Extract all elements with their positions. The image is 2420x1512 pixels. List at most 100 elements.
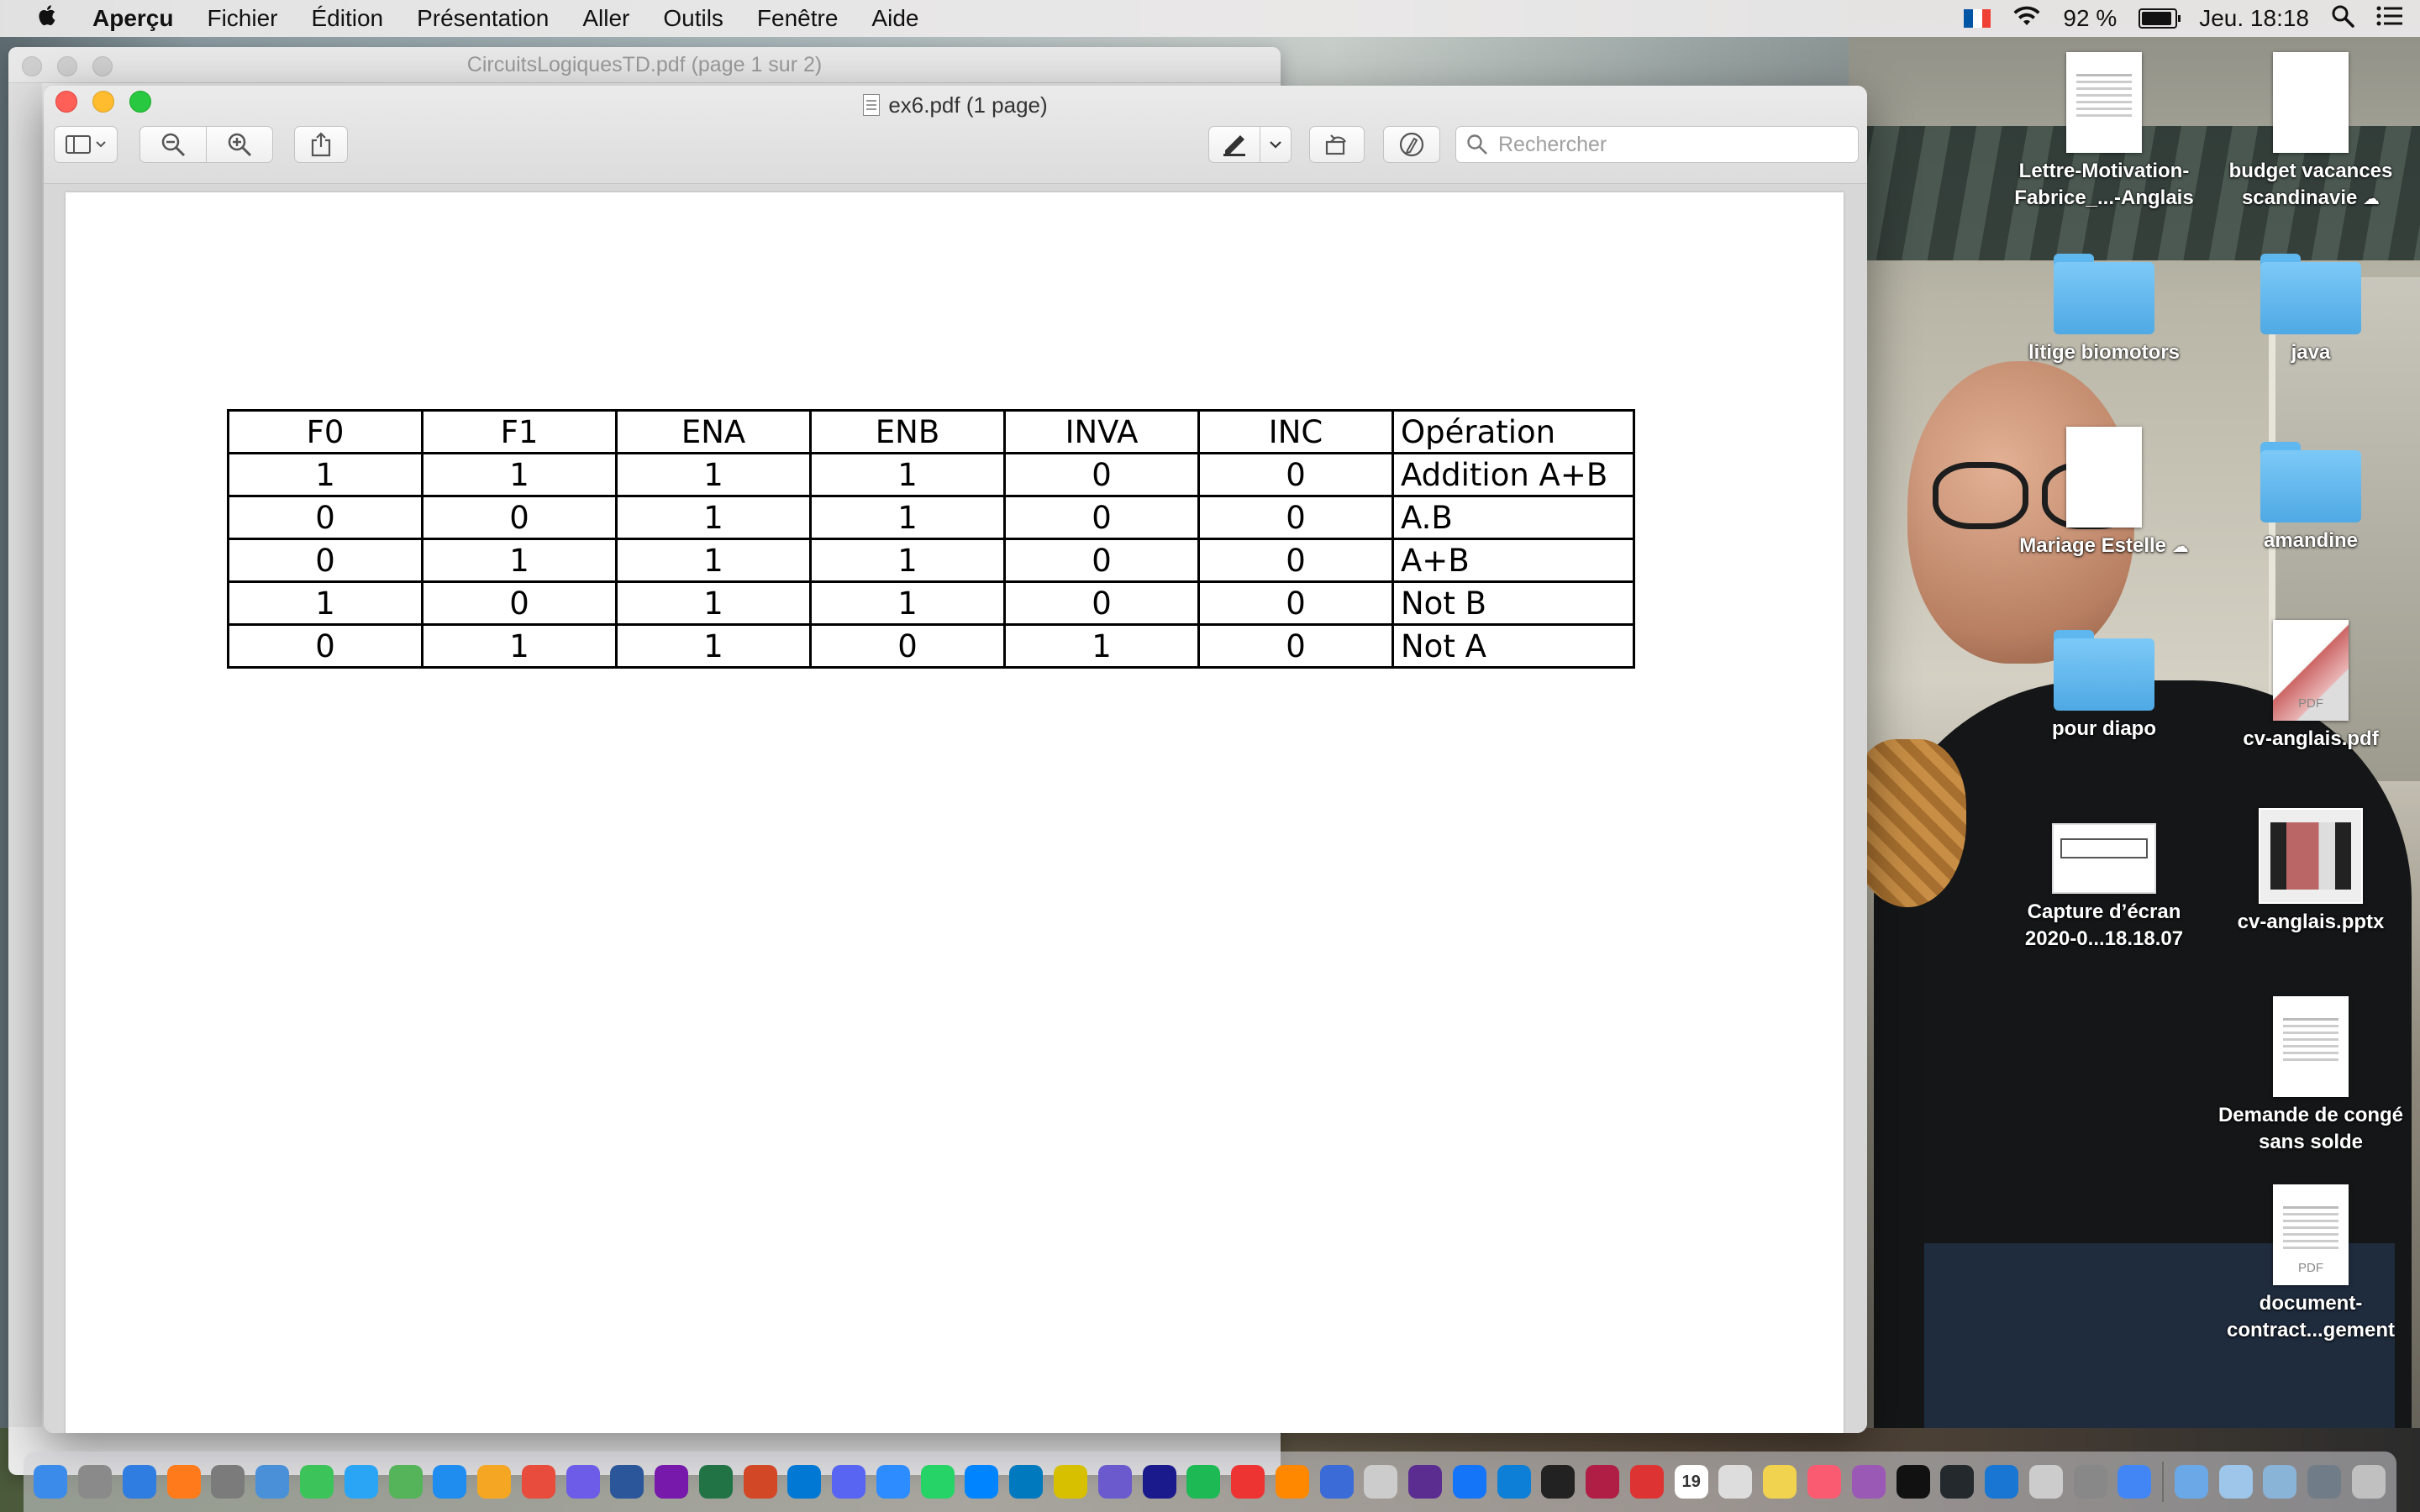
- window-title-bar[interactable]: ex6.pdf (1 page): [44, 89, 1867, 121]
- desktop-icon[interactable]: pour diapo: [2003, 630, 2205, 743]
- dock-app-icon[interactable]: [344, 1465, 378, 1499]
- dock-app-icon[interactable]: [1541, 1465, 1576, 1499]
- desktop-icon[interactable]: budget vacances scandinavie ☁: [2210, 52, 2412, 213]
- dock-app-icon[interactable]: [1053, 1465, 1087, 1499]
- dock-app-icon[interactable]: [1319, 1465, 1354, 1499]
- dock-app-icon[interactable]: [876, 1465, 910, 1499]
- dock-app-icon[interactable]: [655, 1465, 689, 1499]
- dock-app-icon[interactable]: [743, 1465, 777, 1499]
- dock-app-icon[interactable]: [1142, 1465, 1176, 1499]
- desktop-icon[interactable]: PDF document-contract...gement: [2210, 1184, 2412, 1344]
- dock-app-icon[interactable]: [122, 1465, 156, 1499]
- notification-center-icon[interactable]: [2376, 5, 2403, 33]
- dock-app-icon[interactable]: [920, 1465, 955, 1499]
- desktop-icon[interactable]: Demande de congé sans solde: [2210, 996, 2412, 1156]
- dock-app-icon[interactable]: [2073, 1465, 2107, 1499]
- dock-app-icon[interactable]: [610, 1465, 644, 1499]
- dock-app-icon[interactable]: [1364, 1465, 1398, 1499]
- apple-menu-icon[interactable]: [0, 3, 92, 34]
- dock-app-icon[interactable]: 19: [1674, 1465, 1708, 1499]
- background-window-titlebar[interactable]: CircuitsLogiquesTD.pdf (page 1 sur 2): [8, 47, 1281, 83]
- desktop-icon[interactable]: amandine: [2210, 442, 2412, 554]
- dock-app-icon[interactable]: [1497, 1465, 1531, 1499]
- document-proxy-icon[interactable]: [863, 94, 881, 116]
- table-cell: 1: [615, 538, 812, 583]
- zoom-out-button[interactable]: [139, 126, 207, 163]
- dock-app-icon[interactable]: [78, 1465, 113, 1499]
- search-field[interactable]: [1455, 126, 1859, 163]
- desktop-icon[interactable]: Mariage Estelle ☁: [2003, 427, 2205, 560]
- dock-app-icon[interactable]: [832, 1465, 866, 1499]
- battery-icon[interactable]: [2139, 8, 2181, 29]
- dock-app-icon[interactable]: [211, 1465, 245, 1499]
- menu-app-name[interactable]: Aperçu: [92, 5, 190, 32]
- dock-app-icon[interactable]: [698, 1465, 733, 1499]
- dock-app-icon[interactable]: [477, 1465, 512, 1499]
- dock-app-icon[interactable]: [255, 1465, 290, 1499]
- dock-app-icon[interactable]: [1718, 1465, 1753, 1499]
- menu-aller[interactable]: Aller: [566, 5, 646, 32]
- markup-menu-button[interactable]: [1260, 126, 1292, 163]
- input-source-flag-icon[interactable]: [1964, 9, 1991, 28]
- document-view[interactable]: F0 F1 ENA ENB INVA INC Opération 1 1 1 1: [44, 184, 1867, 1433]
- dock-app-icon[interactable]: [2174, 1465, 2208, 1499]
- desktop-icon[interactable]: cv-anglais.pptx: [2210, 808, 2412, 936]
- dock-app-icon[interactable]: [1275, 1465, 1309, 1499]
- menu-outils[interactable]: Outils: [646, 5, 740, 32]
- dock-app-icon[interactable]: [1763, 1465, 1797, 1499]
- dock-app-icon[interactable]: [2118, 1465, 2152, 1499]
- clock[interactable]: Jeu. 18:18: [2199, 5, 2309, 32]
- zoom-in-button[interactable]: [206, 126, 273, 163]
- close-icon[interactable]: [22, 56, 42, 76]
- sidebar-toggle-button[interactable]: [54, 126, 118, 163]
- spotlight-search-icon[interactable]: [2331, 4, 2354, 34]
- dock-app-icon[interactable]: [1231, 1465, 1265, 1499]
- wifi-icon[interactable]: [2012, 5, 2041, 33]
- share-button[interactable]: [294, 126, 348, 163]
- menu-fichier[interactable]: Fichier: [190, 5, 294, 32]
- markup-toolbar-button[interactable]: [1383, 126, 1440, 163]
- menu-edition[interactable]: Édition: [294, 5, 400, 32]
- menu-aide[interactable]: Aide: [855, 5, 935, 32]
- dock-app-icon[interactable]: [1985, 1465, 2019, 1499]
- dock-app-icon[interactable]: [1940, 1465, 1975, 1499]
- dock-app-icon[interactable]: [521, 1465, 555, 1499]
- dock-app-icon[interactable]: [1586, 1465, 1620, 1499]
- dock-app-icon[interactable]: [1097, 1465, 1132, 1499]
- dock-app-icon[interactable]: [2263, 1465, 2297, 1499]
- dock-app-icon[interactable]: [2351, 1465, 2386, 1499]
- dock-app-icon[interactable]: [388, 1465, 423, 1499]
- preview-window[interactable]: ex6.pdf (1 page) Rechercher F0 F1 ENA EN…: [44, 86, 1867, 1433]
- desktop-icon[interactable]: PDF cv-anglais.pdf: [2210, 620, 2412, 753]
- dock-app-icon[interactable]: [1896, 1465, 1930, 1499]
- minimize-icon[interactable]: [57, 56, 77, 76]
- dock-app-icon[interactable]: [1186, 1465, 1221, 1499]
- dock-app-icon[interactable]: [1807, 1465, 1841, 1499]
- dock-app-icon[interactable]: [2218, 1465, 2253, 1499]
- dock-app-icon[interactable]: [1009, 1465, 1044, 1499]
- dock-app-icon[interactable]: [299, 1465, 334, 1499]
- desktop-icon[interactable]: Lettre-Motivation-Fabrice_...-Anglais: [2003, 52, 2205, 212]
- dock-app-icon[interactable]: [1452, 1465, 1486, 1499]
- dock-app-icon[interactable]: [566, 1465, 600, 1499]
- desktop-icon[interactable]: Capture d’écran 2020-0...18.18.07: [2003, 823, 2205, 953]
- dock-app-icon[interactable]: [2307, 1465, 2342, 1499]
- menu-presentation[interactable]: Présentation: [400, 5, 566, 32]
- rotate-button[interactable]: [1309, 126, 1365, 163]
- desktop-icon[interactable]: java: [2210, 254, 2412, 366]
- zoom-icon[interactable]: [92, 56, 113, 76]
- menu-fenetre[interactable]: Fenêtre: [740, 5, 855, 32]
- desktop-icon[interactable]: litige biomotors: [2003, 254, 2205, 366]
- pdf-page[interactable]: F0 F1 ENA ENB INVA INC Opération 1 1 1 1: [66, 192, 1844, 1433]
- dock-app-icon[interactable]: [34, 1465, 68, 1499]
- dock-app-icon[interactable]: [433, 1465, 467, 1499]
- dock-app-icon[interactable]: [787, 1465, 822, 1499]
- dock-app-icon[interactable]: [965, 1465, 999, 1499]
- dock-app-icon[interactable]: [166, 1465, 201, 1499]
- dock-app-icon[interactable]: [1851, 1465, 1886, 1499]
- search-input[interactable]: [1497, 131, 1853, 158]
- dock-app-icon[interactable]: [1629, 1465, 1664, 1499]
- markup-highlight-button[interactable]: [1208, 126, 1260, 163]
- dock-app-icon[interactable]: [2028, 1465, 2063, 1499]
- dock-app-icon[interactable]: [1408, 1465, 1443, 1499]
